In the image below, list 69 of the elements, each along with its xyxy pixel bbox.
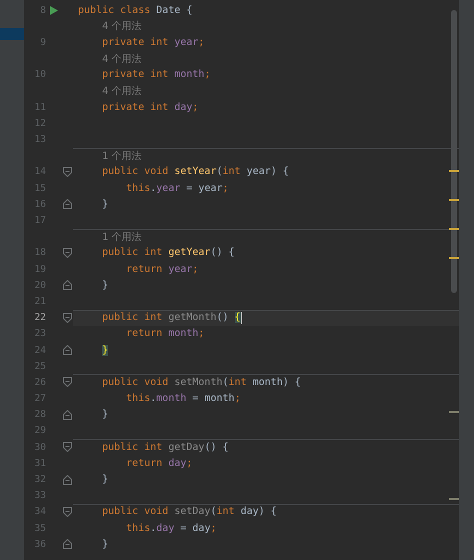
unfold-icon[interactable] — [63, 345, 72, 356]
line-number: 28 — [34, 409, 46, 420]
line-number: 34 — [34, 506, 46, 518]
line-number: 36 — [34, 538, 46, 550]
code-line: this.month = month; — [126, 393, 241, 404]
code-line: } — [102, 538, 108, 550]
line-number: 13 — [34, 134, 46, 146]
fold-icon[interactable] — [63, 166, 72, 177]
line-number: 8 — [39, 4, 46, 16]
line-number: 20 — [34, 280, 46, 291]
unfold-icon[interactable] — [63, 280, 72, 290]
line-number: 11 — [34, 102, 46, 113]
line-number: 29 — [34, 425, 46, 436]
usage-hint[interactable]: 4 个用法 — [102, 52, 142, 66]
fold-icon[interactable] — [63, 506, 72, 517]
line-number: 17 — [34, 215, 46, 226]
code-line: return year; — [126, 264, 198, 275]
fold-icon[interactable] — [63, 442, 72, 452]
usage-hint[interactable]: 4 个用法 — [102, 19, 142, 34]
scrollbar-thumb[interactable] — [451, 10, 457, 293]
code-line: public int getMonth() { — [102, 312, 241, 324]
fold-icon[interactable] — [63, 377, 72, 388]
line-number: 23 — [34, 328, 46, 340]
line-number: 12 — [34, 118, 46, 129]
code-line: public void setYear(int year) { — [102, 166, 289, 178]
line-number: 21 — [34, 296, 46, 307]
code-line: } — [102, 198, 108, 210]
line-number: 15 — [34, 182, 46, 194]
code-line: private int day; — [102, 102, 198, 113]
code-line: private int year; — [102, 36, 204, 48]
run-icon[interactable] — [50, 6, 58, 15]
code-line: } — [102, 474, 108, 486]
line-number: 22 — [34, 312, 46, 324]
line-number: 31 — [34, 458, 46, 469]
line-number: 18 — [34, 247, 46, 258]
code-line: return month; — [126, 328, 204, 340]
fold-icon[interactable] — [63, 312, 72, 323]
line-number: 33 — [34, 490, 46, 502]
code-line: this.day = day; — [126, 522, 216, 534]
unfold-icon[interactable] — [63, 410, 72, 420]
code-line: public int getYear() { — [102, 247, 235, 258]
line-number: 25 — [34, 360, 46, 372]
fold-icon[interactable] — [63, 248, 72, 258]
line-number: 27 — [34, 393, 46, 404]
usage-hint[interactable]: 1 个用法 — [102, 230, 142, 244]
code-line: public void setMonth(int month) { — [102, 376, 301, 388]
line-number: 24 — [34, 344, 46, 356]
line-number: 14 — [34, 166, 46, 178]
line-number: 26 — [34, 376, 46, 388]
code-line: this.year = year; — [126, 182, 229, 194]
usage-hint[interactable]: 1 个用法 — [102, 148, 142, 163]
line-number: 10 — [34, 69, 46, 80]
code-line: } — [102, 280, 108, 291]
line-number: 16 — [34, 198, 46, 210]
code-line: } — [102, 409, 108, 420]
code-line: public void setDay(int day) { — [102, 506, 277, 518]
unfold-icon[interactable] — [63, 199, 72, 210]
unfold-icon[interactable] — [63, 539, 72, 550]
line-number: 9 — [39, 36, 46, 48]
code-line: public class Date { — [78, 4, 192, 16]
code-line: public int getDay() { — [102, 442, 229, 453]
usage-hint[interactable]: 4 个用法 — [102, 84, 142, 98]
line-number: 30 — [34, 442, 46, 453]
unfold-icon[interactable] — [63, 474, 72, 485]
code-line: return day; — [126, 458, 192, 469]
line-number: 32 — [34, 474, 46, 486]
code-line: private int month; — [102, 69, 210, 80]
line-number: 19 — [34, 264, 46, 275]
line-number: 35 — [34, 522, 46, 534]
